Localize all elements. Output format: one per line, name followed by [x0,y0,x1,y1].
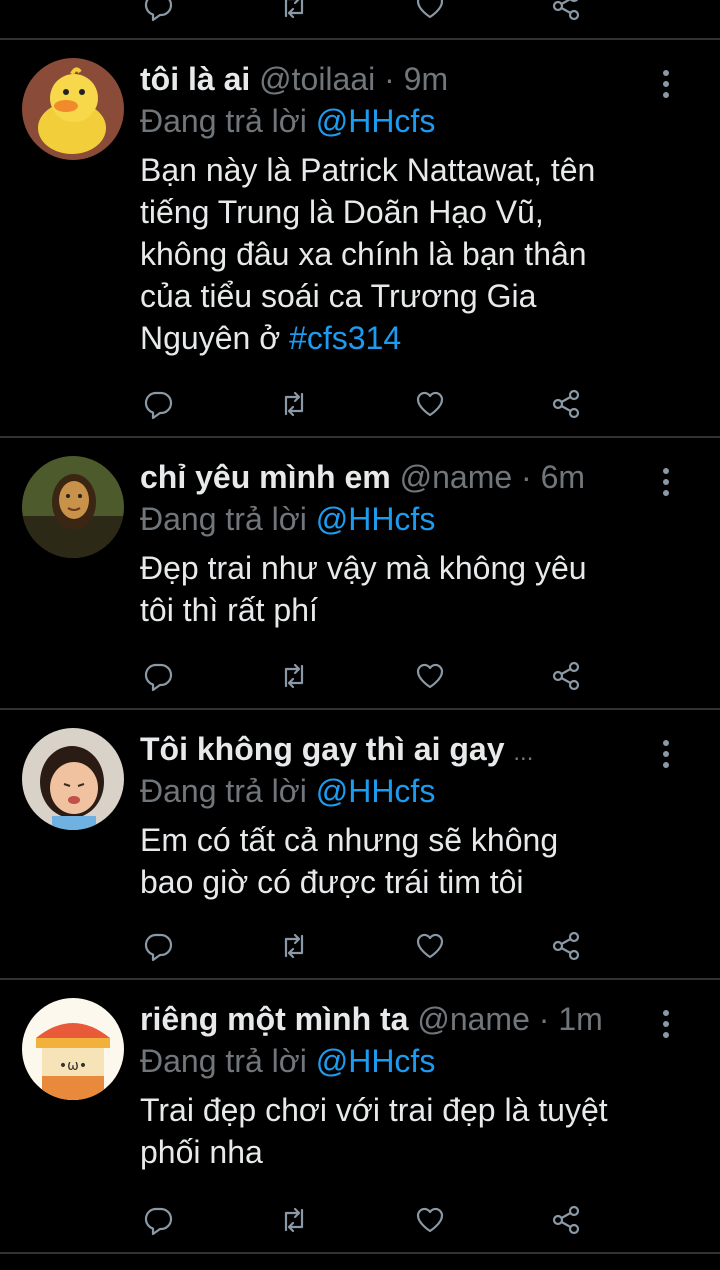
more-button[interactable] [652,462,680,502]
like-button[interactable] [410,926,450,966]
avatar[interactable] [22,728,124,830]
reply-prefix: Đang trả lời [140,773,307,809]
tweet-text: Trai đẹp chơi với trai đẹp là tuyệt phối… [140,1092,608,1170]
reply-icon [144,391,173,420]
reply-button[interactable] [138,0,178,26]
tweet-actions [0,926,720,966]
like-button[interactable] [410,0,450,26]
reply-context: Đang trả lời @HHcfs [140,1040,435,1082]
more-button[interactable] [652,734,680,774]
share-button[interactable] [546,926,586,966]
truncation-ellipsis: ... [513,739,534,766]
heart-icon [416,0,444,19]
reply-icon [144,663,173,692]
avatar[interactable] [22,58,124,160]
reply-context: Đang trả lời @HHcfs [140,770,435,812]
tweet-text: Bạn này là Patrick Nattawat, tên tiếng T… [140,149,680,359]
avatar[interactable]: •ω• [22,998,124,1100]
reply-mention[interactable]: @HHcfs [316,1043,436,1079]
handle[interactable]: @name [417,1001,530,1037]
more-button[interactable] [652,1004,680,1044]
handle[interactable]: @toilaai [259,61,375,97]
heart-icon [416,391,444,417]
retweet-icon [284,1207,304,1233]
like-button[interactable] [410,656,450,696]
share-icon [552,931,580,961]
more-button[interactable] [652,64,680,104]
reply-icon [144,1207,173,1236]
more-vertical-icon [663,468,669,474]
dot-separator: · [521,459,532,495]
reply-context: Đang trả lời @HHcfs [140,498,435,540]
retweet-button[interactable] [274,926,314,966]
reply-icon [144,933,173,962]
display-name[interactable]: tôi là ai [140,61,250,97]
share-icon [552,389,580,419]
hashtag-link[interactable]: #cfs314 [289,320,401,356]
dot-separator: · [384,61,395,97]
reply-prefix: Đang trả lời [140,501,307,537]
share-button[interactable] [546,1200,586,1240]
share-icon [552,0,580,21]
reply-mention[interactable]: @HHcfs [316,501,436,537]
share-icon [552,661,580,691]
more-vertical-icon [663,740,669,746]
reply-button[interactable] [138,384,178,424]
retweet-icon [284,933,304,959]
heart-icon [416,663,444,689]
reply-button[interactable] [138,1200,178,1240]
reply-mention[interactable]: @HHcfs [316,103,436,139]
share-icon [552,1205,580,1235]
heart-icon [416,1207,444,1233]
avatar[interactable] [22,456,124,558]
retweet-button[interactable] [274,384,314,424]
display-name[interactable]: chỉ yêu mình em [140,459,391,495]
tweet-item[interactable]: chỉ yêu mình em @name · 6m Đang trả lời … [0,438,720,708]
previous-tweet-actions [0,0,720,26]
tweet-item[interactable]: tôi là ai @toilaai · 9m Đang trả lời @HH… [0,40,720,436]
tweet-text: Em có tất cả nhưng sẽ không bao giờ có đ… [140,822,559,900]
timestamp[interactable]: 9m [404,61,448,97]
tweet-actions [0,1200,720,1240]
retweet-icon [284,391,304,417]
tweet-actions [0,656,720,696]
tweet-item[interactable]: •ω• riêng một mình ta @name · 1m Đang tr… [0,980,720,1252]
tweet-header: Tôi không gay thì ai gay ... [140,728,533,770]
separator [0,1252,720,1254]
more-vertical-icon [663,70,669,76]
display-name[interactable]: Tôi không gay thì ai gay [140,731,504,767]
reply-prefix: Đang trả lời [140,103,307,139]
handle[interactable]: @name [400,459,513,495]
tweet-actions [0,384,720,424]
timestamp[interactable]: 6m [541,459,585,495]
heart-icon [416,933,444,959]
reply-context: Đang trả lời @HHcfs [140,100,435,142]
svg-text:•ω•: •ω• [59,1058,87,1074]
reply-button[interactable] [138,656,178,696]
tweet-header: tôi là ai @toilaai · 9m [140,58,448,100]
share-button[interactable] [546,384,586,424]
tweet-header: riêng một mình ta @name · 1m [140,998,603,1040]
dot-separator: · [538,1001,550,1037]
retweet-button[interactable] [274,0,314,26]
share-button[interactable] [546,0,586,26]
retweet-icon [284,0,304,19]
reply-prefix: Đang trả lời [140,1043,307,1079]
tweet-text: Đẹp trai như vậy mà không yêu tôi thì rấ… [140,550,587,628]
tweet-item[interactable]: Tôi không gay thì ai gay ... Đang trả lờ… [0,710,720,978]
more-vertical-icon [663,1010,669,1016]
retweet-button[interactable] [274,1200,314,1240]
retweet-button[interactable] [274,656,314,696]
reply-icon [144,0,173,22]
timestamp[interactable]: 1m [558,1001,602,1037]
reply-mention[interactable]: @HHcfs [316,773,436,809]
reply-button[interactable] [138,926,178,966]
share-button[interactable] [546,656,586,696]
tweet-header: chỉ yêu mình em @name · 6m [140,456,585,498]
like-button[interactable] [410,1200,450,1240]
display-name[interactable]: riêng một mình ta [140,1001,408,1037]
retweet-icon [284,663,304,689]
like-button[interactable] [410,384,450,424]
